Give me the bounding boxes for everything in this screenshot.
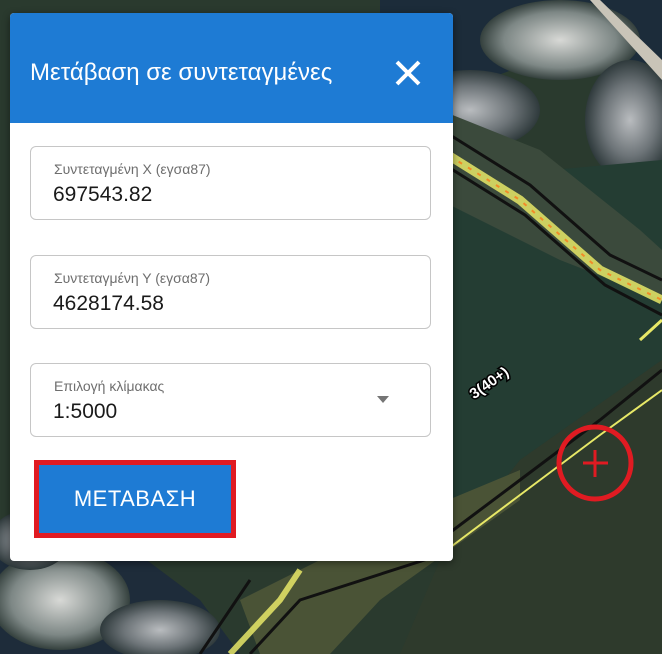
coordinate-y-field[interactable]: Συντεταγμένη Υ (εγσα87) (30, 255, 431, 329)
coordinate-x-label: Συντεταγμένη Χ (εγσα87) (54, 161, 211, 177)
close-button[interactable] (388, 53, 428, 93)
coordinate-y-input[interactable] (53, 292, 393, 316)
coordinate-x-input[interactable] (53, 183, 393, 207)
dialog-title: Μετάβαση σε συντεταγμένες (30, 59, 333, 86)
dialog-header: Μετάβαση σε συντεταγμένες (10, 13, 453, 123)
coordinate-y-label: Συντεταγμένη Υ (εγσα87) (54, 270, 211, 286)
scale-select[interactable]: Επιλογή κλίμακας 1:5000 (30, 363, 431, 437)
scale-select-label: Επιλογή κλίμακας (54, 378, 165, 394)
scale-select-value: 1:5000 (53, 400, 118, 423)
goto-button-label: ΜΕΤΑΒΑΣΗ (73, 486, 197, 511)
goto-coordinates-dialog: Μετάβαση σε συντεταγμένες Συντεταγμένη Χ… (10, 13, 453, 561)
goto-button[interactable]: ΜΕΤΑΒΑΣΗ (34, 460, 236, 538)
dropdown-arrow-icon[interactable] (377, 396, 389, 403)
coordinate-x-field[interactable]: Συντεταγμένη Χ (εγσα87) (30, 146, 431, 220)
close-icon (395, 60, 421, 86)
